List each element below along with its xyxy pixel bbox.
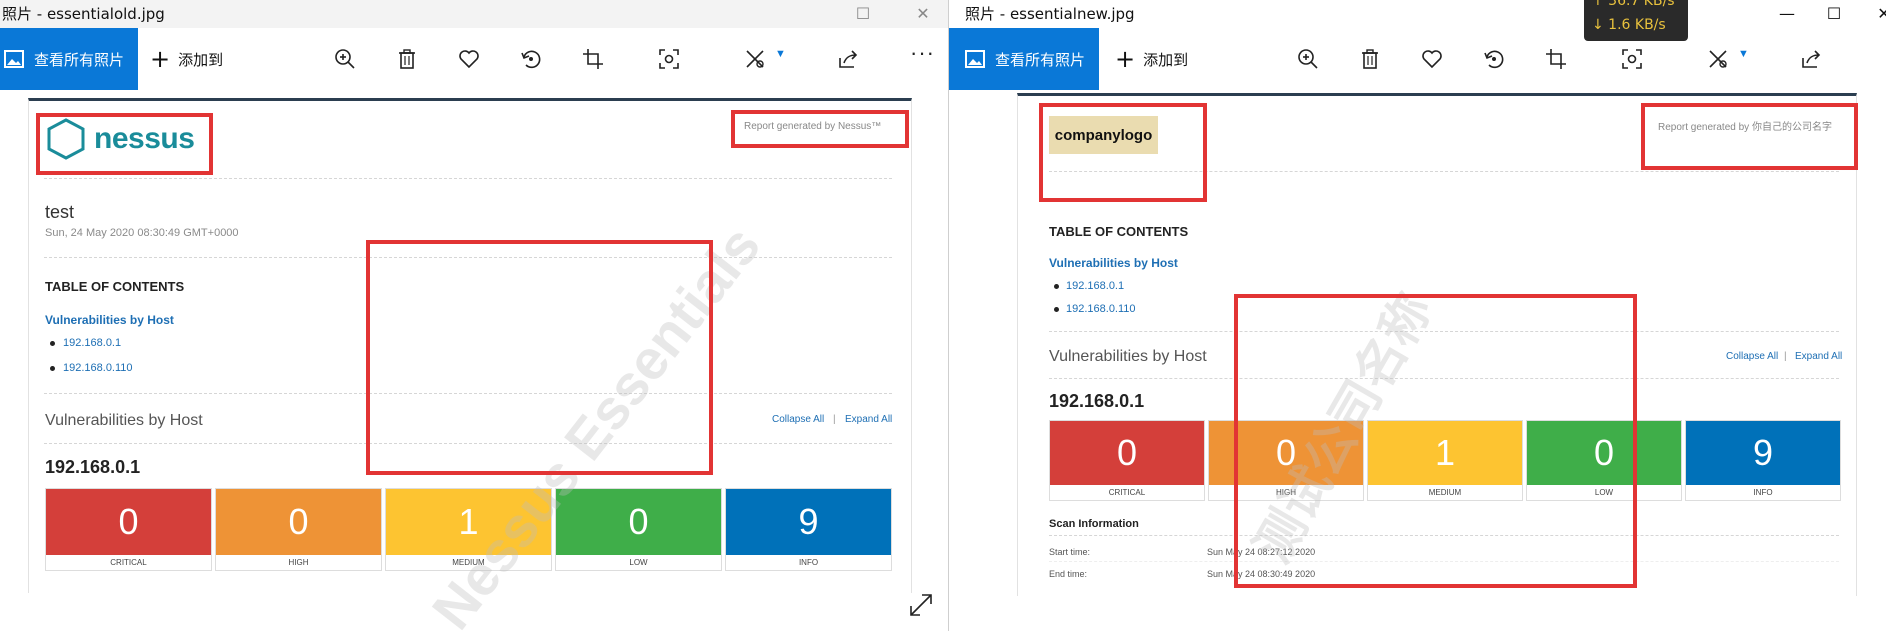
section-heading: Vulnerabilities by Host (1049, 348, 1207, 365)
photo-icon (965, 50, 985, 68)
severity-count: 0 (216, 489, 381, 555)
bullet (50, 366, 55, 371)
severity-count: 9 (1686, 421, 1840, 485)
report-title: test (45, 202, 75, 222)
expand-icon[interactable] (908, 592, 934, 618)
toc-heading: TABLE OF CONTENTS (1049, 224, 1189, 239)
enhance-icon[interactable] (654, 44, 684, 74)
close-button[interactable]: ✕ (903, 2, 943, 26)
toc-ip-link[interactable]: 192.168.0.1 (1066, 280, 1124, 292)
network-speed-widget: ↑ 36.7 KB/s ↓ 1.6 KB/s (1584, 0, 1688, 41)
severity-count: 9 (726, 489, 891, 555)
bullet (1054, 307, 1059, 312)
rotate-icon[interactable] (516, 44, 546, 74)
highlight-box (731, 110, 909, 148)
toolbar: 查看所有照片 + 添加到 ▼ ··· (0, 28, 948, 90)
bullet (50, 341, 55, 346)
view-all-photos-label: 查看所有照片 (995, 50, 1086, 69)
window-title: 照片 - essentialold.jpg (2, 5, 165, 23)
delete-icon[interactable] (392, 44, 422, 74)
scan-info-heading: Scan Information (1049, 518, 1139, 530)
collapse-all-link[interactable]: Collapse All (772, 414, 824, 425)
start-time-label: Start time: (1049, 547, 1091, 557)
share-icon[interactable] (833, 44, 863, 74)
view-all-photos-button[interactable]: 查看所有照片 (949, 28, 1100, 90)
toc-ip-link[interactable]: 192.168.0.110 (1066, 303, 1136, 315)
highlight-box (1234, 294, 1637, 588)
crop-icon[interactable] (1541, 44, 1571, 74)
download-speed: ↓ 1.6 KB/s (1592, 17, 1666, 33)
toc-vulnerabilities-link[interactable]: Vulnerabilities by Host (1049, 256, 1178, 270)
plus-icon: + (1115, 45, 1136, 73)
delete-icon[interactable] (1355, 44, 1385, 74)
link-separator: | (1784, 351, 1787, 362)
toc-vulnerabilities-link[interactable]: Vulnerabilities by Host (45, 313, 174, 327)
maximize-button[interactable]: ☐ (1814, 2, 1854, 26)
title-bar: 照片 - essentialnew.jpg — ☐ ✕ (949, 0, 1886, 28)
zoom-in-icon[interactable] (1293, 44, 1323, 74)
share-icon[interactable] (1796, 44, 1826, 74)
plus-icon: + (150, 45, 171, 73)
report-date: Sun, 24 May 2020 08:30:49 GMT+0000 (45, 227, 239, 239)
view-all-photos-button[interactable]: 查看所有照片 (0, 28, 139, 90)
severity-label: INFO (1686, 485, 1840, 500)
heart-icon[interactable] (1417, 44, 1447, 74)
toc-heading: TABLE OF CONTENTS (45, 279, 185, 294)
edit-icon[interactable] (1703, 44, 1733, 74)
chevron-down-icon[interactable]: ▼ (775, 48, 786, 60)
bullet (1054, 284, 1059, 289)
enhance-icon[interactable] (1617, 44, 1647, 74)
photo-icon (4, 50, 24, 68)
zoom-in-icon[interactable] (330, 44, 360, 74)
severity-count: 0 (46, 489, 211, 555)
window-title: 照片 - essentialnew.jpg (965, 5, 1135, 23)
host-ip: 192.168.0.1 (1049, 391, 1145, 411)
upload-speed: ↑ 36.7 KB/s (1592, 0, 1675, 9)
chevron-down-icon[interactable]: ▼ (1738, 48, 1749, 60)
crop-icon[interactable] (578, 44, 608, 74)
view-all-photos-label: 查看所有照片 (34, 50, 125, 69)
severity-count: 0 (1050, 421, 1204, 485)
severity-label: CRITICAL (46, 555, 211, 570)
end-time-label: End time: (1049, 569, 1088, 579)
severity-box: 0 CRITICAL (1049, 420, 1205, 501)
toc-ip-link[interactable]: 192.168.0.1 (63, 337, 121, 349)
severity-box: 0 CRITICAL (45, 488, 212, 571)
title-bar: 照片 - essentialold.jpg ☐ ✕ (0, 0, 948, 28)
heart-icon[interactable] (454, 44, 484, 74)
add-to-label: 添加到 (178, 50, 224, 69)
severity-label: HIGH (216, 555, 381, 570)
highlight-box (1641, 103, 1858, 170)
severity-box: 9 INFO (725, 488, 892, 571)
edit-icon[interactable] (740, 44, 770, 74)
add-to-label: 添加到 (1143, 50, 1189, 69)
expand-all-link[interactable]: Expand All (1795, 351, 1842, 362)
divider (44, 178, 892, 179)
highlight-box (36, 113, 213, 175)
highlight-box (1039, 103, 1207, 202)
maximize-button[interactable]: ☐ (843, 2, 883, 26)
severity-box: 9 INFO (1685, 420, 1841, 501)
highlight-box (366, 240, 713, 475)
severity-label: LOW (556, 555, 721, 570)
severity-box: 0 HIGH (215, 488, 382, 571)
close-button[interactable]: ✕ (1864, 2, 1886, 26)
toolbar: 查看所有照片 + 添加到 ▼ (949, 28, 1886, 90)
expand-all-link[interactable]: Expand All (845, 414, 892, 425)
add-to-button[interactable]: + 添加到 (1115, 42, 1188, 76)
host-ip: 192.168.0.1 (45, 457, 141, 477)
minimize-button[interactable]: — (1767, 2, 1807, 26)
severity-label: CRITICAL (1050, 485, 1204, 500)
toc-ip-link[interactable]: 192.168.0.110 (63, 362, 133, 374)
add-to-button[interactable]: + 添加到 (150, 42, 223, 76)
more-options-icon[interactable]: ··· (910, 40, 935, 66)
section-heading: Vulnerabilities by Host (45, 412, 203, 429)
photos-window-left: 照片 - essentialold.jpg ☐ ✕ 查看所有照片 + 添加到 ▼… (0, 0, 948, 631)
collapse-all-link[interactable]: Collapse All (1726, 351, 1778, 362)
rotate-icon[interactable] (1479, 44, 1509, 74)
severity-label: INFO (726, 555, 891, 570)
link-separator: | (833, 414, 836, 425)
